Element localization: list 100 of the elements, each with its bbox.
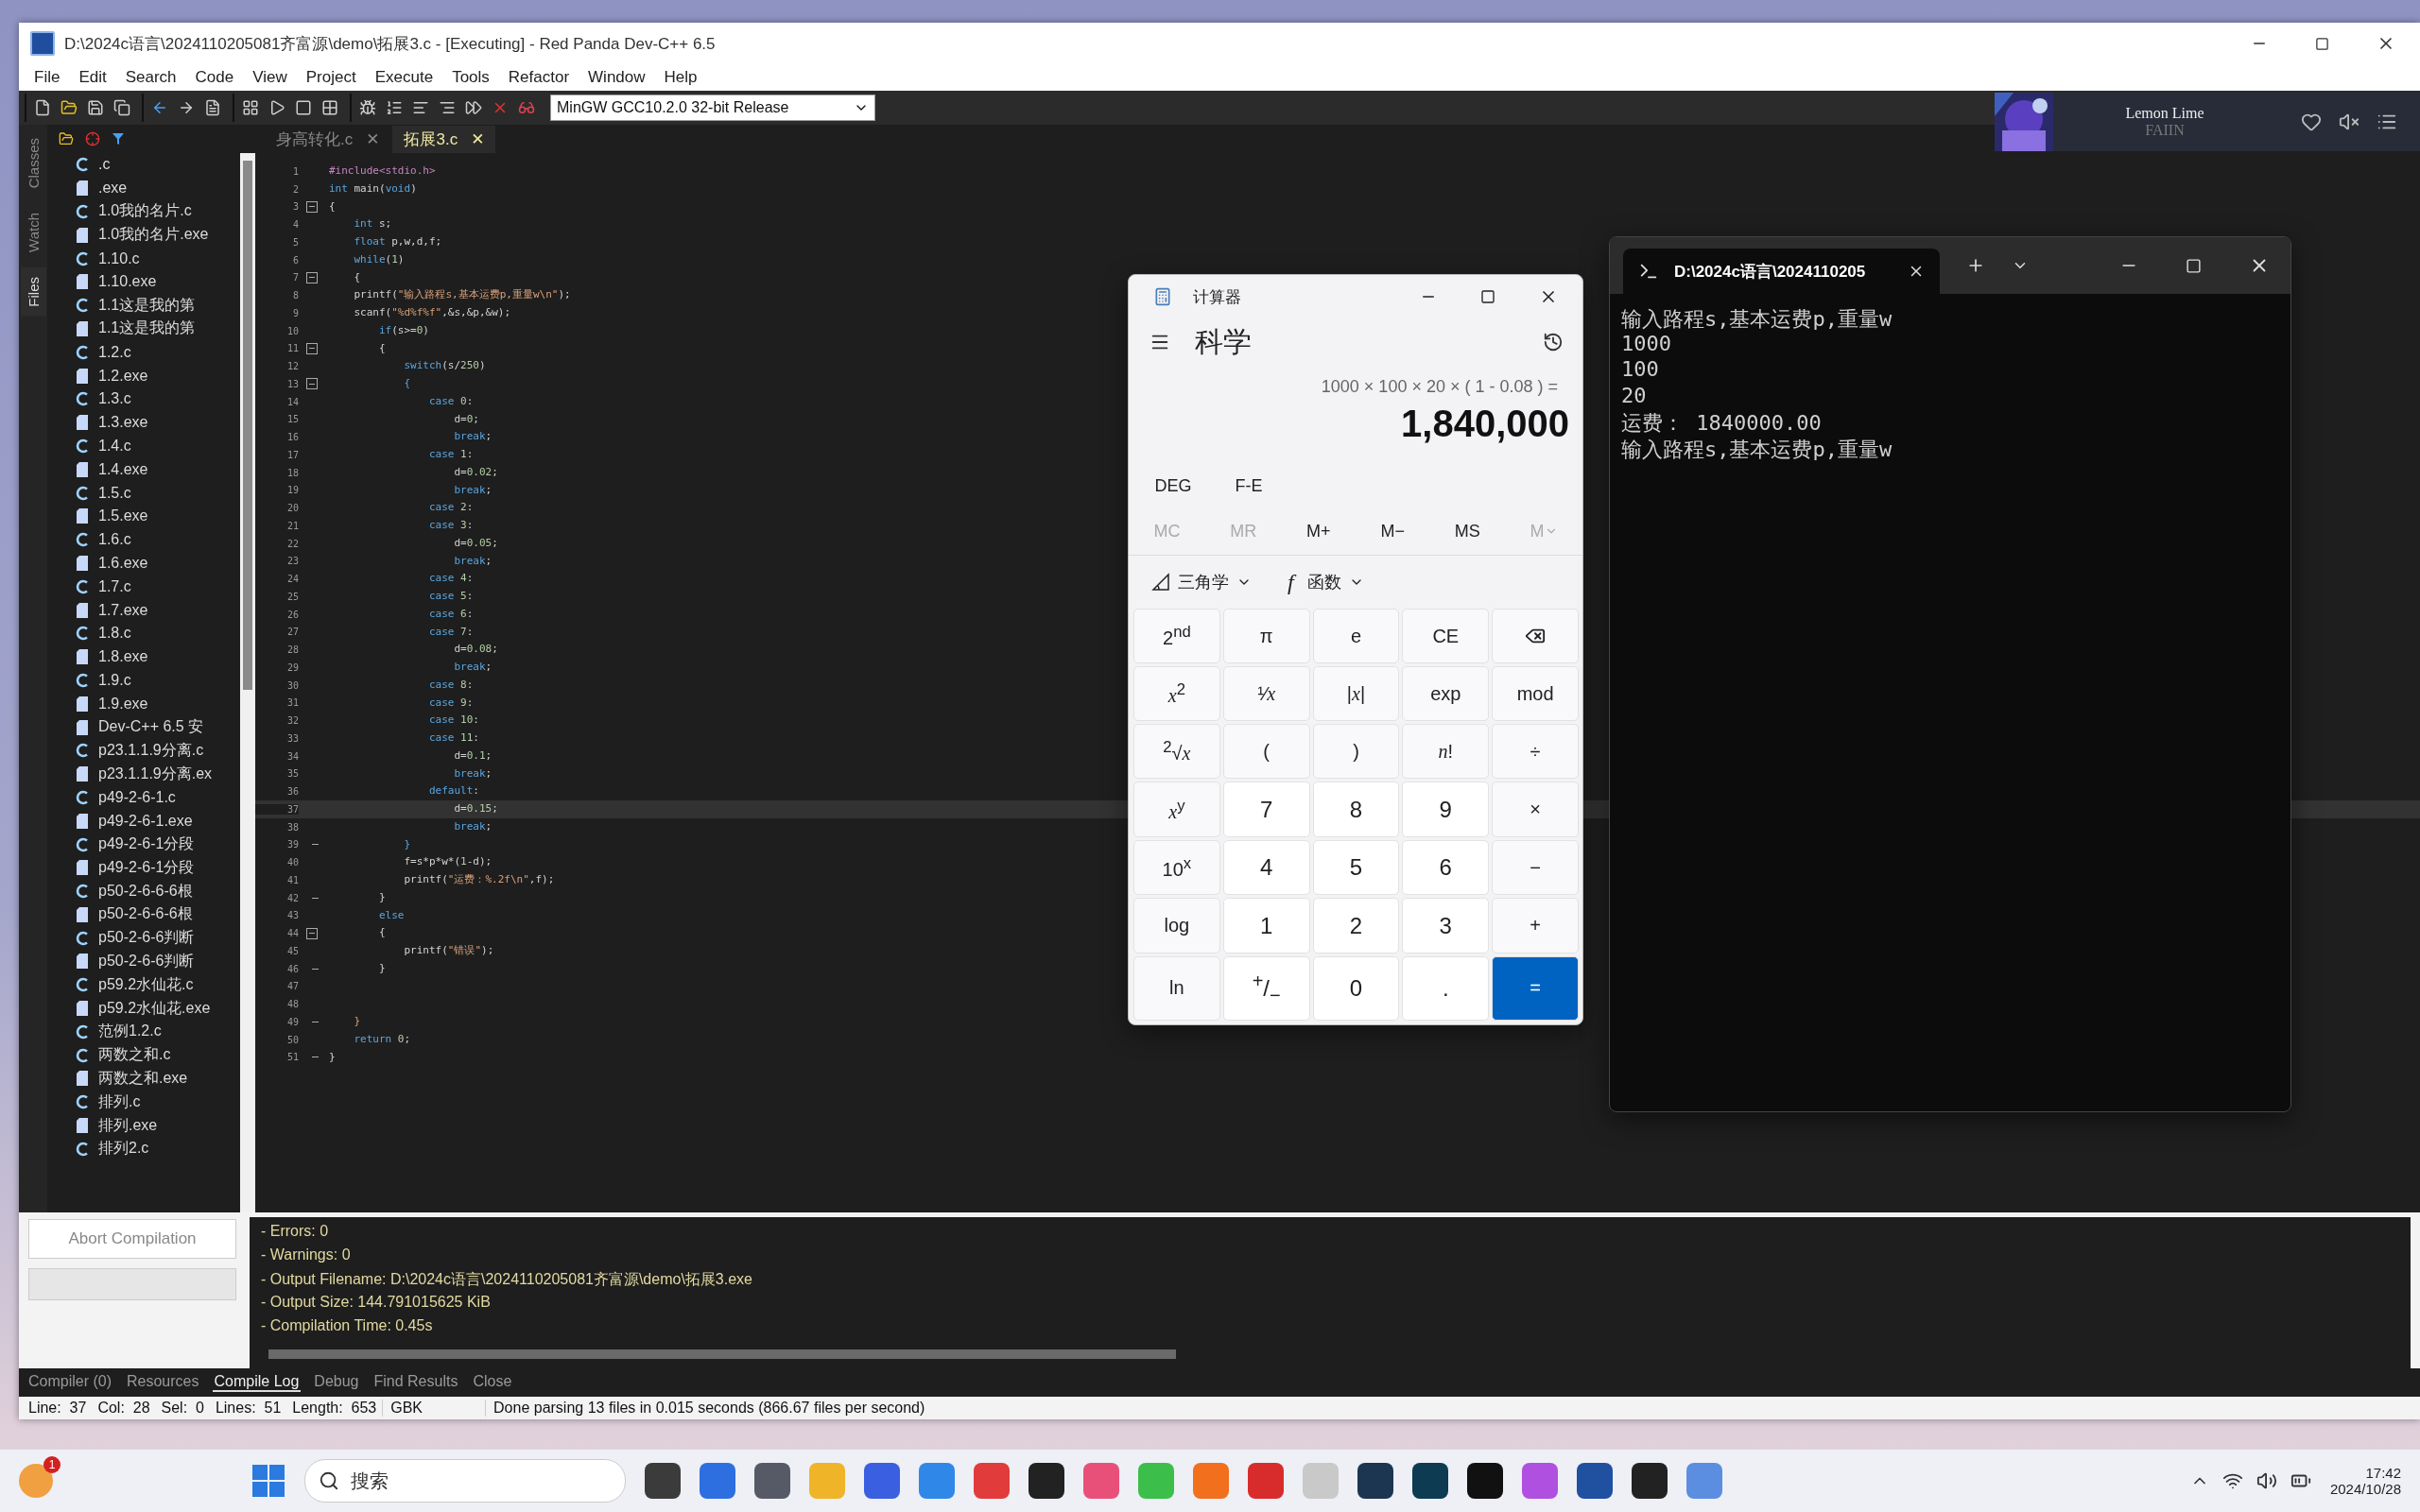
backspace-button[interactable]: [1492, 609, 1579, 664]
calculator-key[interactable]: $^{+}$/$_{−}$: [1222, 955, 1310, 1021]
tree-entry[interactable]: 排列.exe: [76, 1113, 240, 1138]
panel-tab[interactable]: Find Results: [372, 1373, 460, 1392]
calculator-key[interactable]: −: [1492, 839, 1579, 896]
app-icon[interactable]: [754, 1463, 790, 1499]
calculator-key[interactable]: π: [1222, 609, 1310, 664]
menu-item[interactable]: Window: [579, 68, 655, 87]
terminal-tab[interactable]: D:\2024c语言\2024110205: [1623, 249, 1940, 294]
run-icon[interactable]: [268, 99, 285, 116]
menu-item[interactable]: Edit: [69, 68, 116, 87]
clock[interactable]: 17:42 2024/10/28: [2329, 1465, 2401, 1497]
calculator-key[interactable]: |x|: [1312, 666, 1400, 722]
tree-entry[interactable]: 1.6.c: [76, 527, 240, 552]
tree-entry[interactable]: 1.0我的名片.c: [76, 199, 240, 224]
tree-entry[interactable]: 两数之和.exe: [76, 1067, 240, 1091]
fold-marker[interactable]: [306, 927, 318, 939]
calculator-key[interactable]: n!: [1402, 724, 1490, 780]
tree-entry[interactable]: .c: [76, 153, 240, 177]
calculator-key[interactable]: 4: [1222, 839, 1310, 896]
align-right-icon[interactable]: [439, 99, 456, 116]
option-button[interactable]: DEG: [1140, 474, 1206, 497]
grid-icon[interactable]: [242, 99, 259, 116]
folder-icon[interactable]: [59, 131, 74, 146]
save-icon[interactable]: [87, 99, 104, 116]
calculator-key[interactable]: 9: [1402, 782, 1490, 837]
editor-tab[interactable]: 拓展3.c ✕: [392, 126, 496, 153]
calculator-key[interactable]: 6: [1402, 839, 1490, 896]
numbered-list-icon[interactable]: [386, 99, 403, 116]
scrollbar-thumb[interactable]: [243, 161, 252, 690]
menu-item[interactable]: View: [243, 68, 297, 87]
side-tab[interactable]: Classes: [20, 129, 46, 198]
tree-entry[interactable]: 1.10.c: [76, 247, 240, 270]
panel-tab[interactable]: Compiler (0): [26, 1373, 113, 1392]
fold-marker[interactable]: [306, 378, 318, 390]
tree-entry[interactable]: 1.2.exe: [76, 364, 240, 387]
tree-entry[interactable]: 1.9.c: [76, 668, 240, 693]
tree-entry[interactable]: 1.2.c: [76, 340, 240, 365]
grid-icon[interactable]: [321, 99, 338, 116]
calculator-key[interactable]: 7: [1222, 782, 1310, 837]
tree-entry[interactable]: p50-2-6-6-6根: [76, 902, 240, 927]
heart-icon[interactable]: [2301, 112, 2322, 132]
side-tab[interactable]: Files: [20, 267, 46, 317]
tree-entry[interactable]: p23.1.1.9分离.c: [76, 738, 240, 763]
tree-entry[interactable]: p49-2-6-1.c: [76, 785, 240, 810]
tree-entry[interactable]: .exe: [76, 176, 240, 200]
tree-entry[interactable]: 1.8.exe: [76, 644, 240, 669]
panel-tab[interactable]: Debug: [312, 1373, 361, 1392]
panel-tab[interactable]: Resources: [125, 1373, 201, 1392]
calculator-key[interactable]: 1: [1222, 898, 1310, 954]
document-icon[interactable]: [204, 99, 221, 116]
tree-entry[interactable]: 1.7.c: [76, 575, 240, 599]
align-left-icon[interactable]: [412, 99, 429, 116]
calculator-key[interactable]: ln: [1133, 955, 1220, 1021]
tree-entry[interactable]: 1.8.c: [76, 621, 240, 645]
dropdown-button[interactable]: f 函数: [1282, 568, 1370, 596]
tree-entry[interactable]: p59.2水仙花.exe: [76, 996, 240, 1021]
copy-icon[interactable]: [113, 99, 130, 116]
calculator-key[interactable]: 2$^{nd}$: [1133, 609, 1220, 664]
calculator-key[interactable]: x$^{2}$: [1133, 666, 1220, 722]
tree-entry[interactable]: 1.7.exe: [76, 598, 240, 622]
calculator-key[interactable]: ): [1312, 724, 1400, 780]
app-icon[interactable]: [1028, 1463, 1064, 1499]
calculator-key[interactable]: +: [1492, 898, 1579, 954]
editor-tab[interactable]: 身高转化.c ✕: [265, 126, 391, 153]
tree-entry[interactable]: 1.1这是我的第: [76, 317, 240, 341]
glasses-icon[interactable]: [518, 99, 535, 116]
tree-entry[interactable]: 1.3.c: [76, 387, 240, 411]
tree-entry[interactable]: 1.9.exe: [76, 692, 240, 716]
calculator-key[interactable]: mod: [1492, 666, 1579, 722]
tree-entry[interactable]: 范例1.2.c: [76, 1020, 240, 1044]
option-button[interactable]: F-E: [1216, 474, 1282, 497]
memory-button[interactable]: M+: [1301, 520, 1337, 542]
panel-tab[interactable]: Close: [471, 1373, 514, 1392]
menu-item[interactable]: Search: [115, 68, 186, 87]
tree-entry[interactable]: 1.1这是我的第: [76, 293, 240, 318]
stop-icon[interactable]: [295, 99, 312, 116]
tree-entry[interactable]: p49-2-6-1分段: [76, 833, 240, 856]
tree-entry[interactable]: 1.4.c: [76, 434, 240, 458]
calculator-key[interactable]: .: [1402, 955, 1490, 1021]
bug-icon[interactable]: [359, 99, 376, 116]
maximize-icon[interactable]: [1480, 289, 1495, 304]
history-icon[interactable]: [1543, 332, 1564, 352]
menu-item[interactable]: File: [25, 68, 70, 87]
volume-icon[interactable]: [2256, 1470, 2277, 1491]
app-icon[interactable]: [1412, 1463, 1448, 1499]
forward-arrow-icon[interactable]: [178, 99, 195, 116]
app-icon[interactable]: [1467, 1463, 1503, 1499]
equals-button[interactable]: =: [1492, 955, 1579, 1021]
fold-marker[interactable]: [306, 271, 318, 284]
calculator-key[interactable]: ¹⁄x: [1222, 666, 1310, 722]
compiler-select[interactable]: MinGW GCC10.2.0 32-bit Release: [550, 94, 875, 121]
tree-entry[interactable]: 排列.c: [76, 1090, 240, 1114]
tree-entry[interactable]: p23.1.1.9分离.ex: [76, 762, 240, 786]
tree-entry[interactable]: 1.5.c: [76, 481, 240, 505]
tree-entry[interactable]: p59.2水仙花.c: [76, 972, 240, 997]
calculator-key[interactable]: x$^{y}$: [1133, 782, 1220, 837]
menu-item[interactable]: Execute: [365, 68, 443, 87]
fold-marker[interactable]: [306, 200, 318, 213]
calculator-key[interactable]: 10$^{x}$: [1133, 839, 1220, 896]
